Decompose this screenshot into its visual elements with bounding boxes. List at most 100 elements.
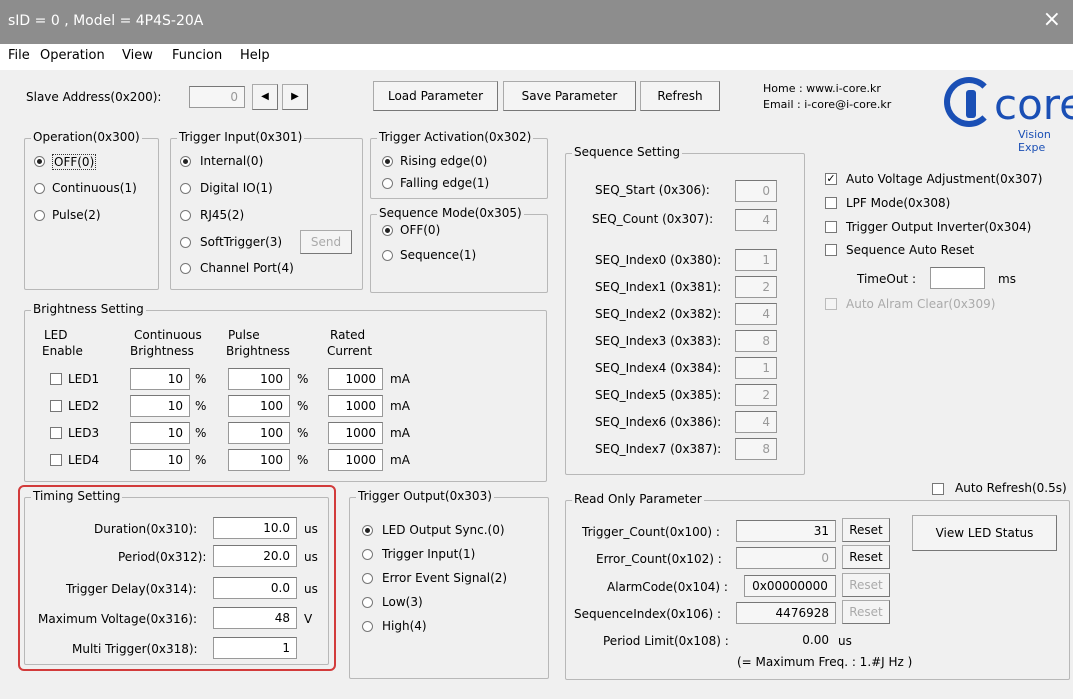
prev-address-button[interactable]: ◀: [252, 84, 278, 110]
reset-error-count-button[interactable]: Reset: [842, 545, 890, 569]
trigger-output-title: Trigger Output(0x303): [356, 489, 494, 503]
continuous-brightness-field[interactable]: 10: [130, 422, 190, 444]
rated-current-field[interactable]: 1000: [328, 449, 383, 471]
duration-unit: us: [304, 522, 318, 536]
home-url: Home : www.i-core.kr: [763, 82, 881, 95]
trigger-digital-io-label: Digital IO(1): [200, 181, 273, 195]
logo-text: core: [994, 80, 1073, 129]
seq-index-field[interactable]: 2: [735, 384, 777, 406]
period-limit-field: 0.00: [736, 629, 836, 651]
save-parameter-button[interactable]: Save Parameter: [503, 81, 636, 111]
rising-edge-radio[interactable]: [382, 156, 393, 167]
slave-address-field[interactable]: 0: [189, 86, 245, 108]
seq-index-field[interactable]: 4: [735, 303, 777, 325]
trigger-internal-radio[interactable]: [180, 156, 191, 167]
reset-sequence-index-button[interactable]: Reset: [842, 600, 890, 624]
falling-edge-radio[interactable]: [382, 178, 393, 189]
refresh-button[interactable]: Refresh: [640, 81, 720, 111]
operation-pulse-label: Pulse(2): [52, 208, 101, 222]
pulse-brightness-field[interactable]: 100: [228, 422, 290, 444]
led1-enable-checkbox[interactable]: [50, 373, 62, 385]
menu-operation[interactable]: Operation: [40, 48, 105, 63]
trigger-input-out-radio[interactable]: [362, 549, 373, 560]
header-pulse: Pulse: [228, 328, 260, 342]
logo-subtitle: Vision Expe: [1018, 128, 1051, 154]
sequence-index-label: SequenceIndex(0x106) :: [574, 607, 722, 621]
led4-enable-checkbox[interactable]: [50, 454, 62, 466]
error-event-radio[interactable]: [362, 573, 373, 584]
lpf-mode-checkbox[interactable]: [825, 197, 837, 209]
timeout-unit: ms: [998, 272, 1016, 286]
seq-start-field[interactable]: 0: [735, 180, 777, 202]
view-led-status-button[interactable]: View LED Status: [912, 515, 1057, 551]
header-enable: Enable: [42, 344, 83, 358]
sequence-off-radio[interactable]: [382, 225, 393, 236]
led-output-sync-label: LED Output Sync.(0): [382, 523, 505, 537]
reset-alarm-code-button[interactable]: Reset: [842, 573, 890, 597]
alarm-code-label: AlarmCode(0x104) :: [607, 580, 728, 594]
seq-index-field[interactable]: 2: [735, 276, 777, 298]
period-label: Period(0x312):: [118, 550, 207, 564]
operation-off-radio[interactable]: [34, 156, 45, 167]
auto-refresh-checkbox[interactable]: [932, 483, 944, 495]
seq-index-field[interactable]: 1: [735, 249, 777, 271]
timeout-field[interactable]: [930, 267, 985, 289]
multi-trigger-field[interactable]: 1: [213, 637, 297, 659]
continuous-brightness-field[interactable]: 10: [130, 449, 190, 471]
operation-continuous-label: Continuous(1): [52, 181, 137, 195]
menu-funcion[interactable]: Funcion: [172, 48, 222, 63]
seq-index-label: SEQ_Index7 (0x387):: [595, 442, 722, 456]
seq-index-field[interactable]: 4: [735, 411, 777, 433]
pulse-brightness-field[interactable]: 100: [228, 395, 290, 417]
menu-help[interactable]: Help: [240, 48, 270, 63]
sequence-auto-reset-checkbox[interactable]: [825, 244, 837, 256]
sequence-off-label: OFF(0): [400, 223, 441, 237]
reset-trigger-count-button[interactable]: Reset: [842, 518, 890, 542]
operation-pulse-radio[interactable]: [34, 210, 45, 221]
max-voltage-field[interactable]: 48: [213, 607, 297, 629]
pulse-brightness-field[interactable]: 100: [228, 368, 290, 390]
error-count-field: 0: [736, 547, 836, 569]
pulse-brightness-field[interactable]: 100: [228, 449, 290, 471]
trigger-digital-io-radio[interactable]: [180, 183, 191, 194]
seq-index-field[interactable]: 1: [735, 357, 777, 379]
auto-alarm-clear-checkbox[interactable]: [825, 298, 837, 310]
rated-current-field[interactable]: 1000: [328, 395, 383, 417]
seq-index-field[interactable]: 8: [735, 330, 777, 352]
trigger-soft-radio[interactable]: [180, 237, 191, 248]
menu-view[interactable]: View: [122, 48, 153, 63]
continuous-brightness-field[interactable]: 10: [130, 368, 190, 390]
low-radio[interactable]: [362, 597, 373, 608]
header-rated: Rated: [330, 328, 366, 342]
led-output-sync-radio[interactable]: [362, 525, 373, 536]
seq-index-label: SEQ_Index6 (0x386):: [595, 415, 722, 429]
seq-index-field[interactable]: 8: [735, 438, 777, 460]
duration-field[interactable]: 10.0: [213, 517, 297, 539]
multi-trigger-label: Multi Trigger(0x318):: [72, 642, 198, 656]
led2-enable-checkbox[interactable]: [50, 400, 62, 412]
led3-enable-checkbox[interactable]: [50, 427, 62, 439]
load-parameter-button[interactable]: Load Parameter: [373, 81, 498, 111]
trigger-rj45-radio[interactable]: [180, 210, 191, 221]
continuous-brightness-field[interactable]: 10: [130, 395, 190, 417]
header-rated-current: Current: [327, 344, 373, 358]
trigger-delay-label: Trigger Delay(0x314):: [66, 582, 197, 596]
period-field[interactable]: 20.0: [213, 545, 297, 567]
auto-voltage-checkbox[interactable]: ✓: [825, 173, 837, 185]
rated-current-field[interactable]: 1000: [328, 422, 383, 444]
trigger-output-inverter-label: Trigger Output Inverter(0x304): [846, 220, 1032, 234]
seq-count-field[interactable]: 4: [735, 209, 777, 231]
led-label: LED3: [68, 426, 100, 440]
close-icon[interactable]: ×: [1043, 9, 1061, 31]
trigger-channel-port-radio[interactable]: [180, 263, 191, 274]
sequence-on-radio[interactable]: [382, 250, 393, 261]
trigger-delay-field[interactable]: 0.0: [213, 577, 297, 599]
send-button[interactable]: Send: [300, 230, 352, 254]
trigger-output-inverter-checkbox[interactable]: [825, 221, 837, 233]
next-address-button[interactable]: ▶: [282, 84, 308, 110]
rated-current-field[interactable]: 1000: [328, 368, 383, 390]
menu-file[interactable]: File: [8, 48, 30, 63]
high-radio[interactable]: [362, 621, 373, 632]
title-bar: sID = 0 , Model = 4P4S-20A ×: [0, 0, 1073, 44]
operation-continuous-radio[interactable]: [34, 183, 45, 194]
